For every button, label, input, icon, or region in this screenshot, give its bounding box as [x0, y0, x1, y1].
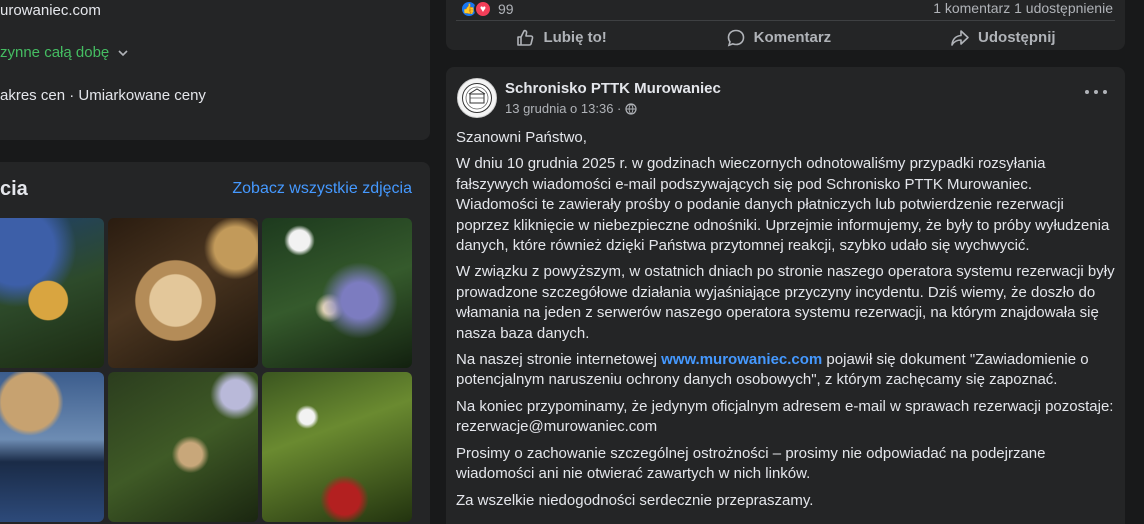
post-text: Szanowni Państwo, W dniu 10 grudnia 2025… — [456, 128, 1116, 517]
paragraph-text: Na naszej stronie internetowej — [456, 351, 662, 369]
post-paragraph: Na naszej stronie internetowej www.murow… — [456, 350, 1116, 391]
page-avatar[interactable] — [457, 78, 497, 118]
post-actions: Lubię to! Komentarz Udostępnij — [456, 20, 1115, 54]
price-range: akres cen · Umiarkowane ceny — [0, 87, 206, 104]
photos-title: cia — [0, 178, 28, 200]
comment-bubble-icon — [727, 29, 744, 46]
dot-icon — [1094, 90, 1098, 94]
comments-count[interactable]: 1 komentarz — [933, 0, 1010, 16]
photo-thumbnail[interactable] — [108, 218, 258, 368]
photo-thumbnail[interactable] — [0, 218, 104, 368]
share-arrow-icon — [951, 29, 969, 46]
shares-count[interactable]: 1 udostępnienie — [1014, 0, 1113, 16]
like-button-label: Lubię to! — [543, 29, 607, 46]
post-paragraph: Prosimy o zachowanie szczególnej ostrożn… — [456, 444, 1046, 483]
globe-icon — [625, 102, 637, 115]
share-button[interactable]: Udostępnij — [950, 28, 1056, 48]
thumbs-up-icon — [517, 29, 534, 46]
shelter-logo-icon — [462, 83, 492, 113]
post-timestamp[interactable]: 13 grudnia o 13:36 · — [505, 101, 637, 116]
photo-thumbnail[interactable] — [262, 218, 412, 368]
previous-post-card: 👍 ♥ 99 1 komentarz 1 udostępnienie Lubię… — [446, 0, 1125, 50]
post-greeting: Szanowni Państwo, — [456, 129, 587, 146]
like-button[interactable]: Lubię to! — [515, 28, 607, 48]
love-reaction-icon: ♥ — [474, 0, 492, 18]
reactions-count: 99 — [498, 1, 514, 17]
photo-thumbnail[interactable] — [108, 372, 258, 522]
more-options-button[interactable] — [1085, 85, 1107, 99]
photo-thumbnail[interactable] — [0, 372, 104, 522]
post-card: Schronisko PTTK Murowaniec 13 grudnia o … — [446, 67, 1125, 524]
dot-icon — [1103, 90, 1107, 94]
comment-button-label: Komentarz — [753, 29, 832, 46]
post-paragraph: W związku z powyższym, w ostatnich dniac… — [456, 263, 1115, 342]
post-author[interactable]: Schronisko PTTK Murowaniec — [505, 80, 721, 97]
dot-icon — [1085, 90, 1089, 94]
post-paragraph: Za wszelkie niedogodności serdecznie prz… — [456, 491, 814, 509]
see-all-photos-link[interactable]: Zobacz wszystkie zdjęcia — [232, 180, 412, 198]
page: urowaniec.com zynne całą dobę akres cen … — [0, 0, 1144, 524]
comment-button[interactable]: Komentarz — [726, 28, 832, 48]
website-link[interactable]: urowaniec.com — [0, 2, 101, 19]
share-button-label: Udostępnij — [978, 29, 1056, 46]
post-paragraph: W dniu 10 grudnia 2025 r. w godzinach wi… — [456, 155, 1110, 255]
photo-thumbnail[interactable] — [262, 372, 412, 522]
intro-card: urowaniec.com zynne całą dobę akres cen … — [0, 0, 430, 140]
post-paragraph: Na koniec przypominamy, że jedynym oficj… — [456, 397, 1114, 436]
opening-hours-label: zynne całą dobę — [0, 44, 110, 61]
post-date-text: 13 grudnia o 13:36 · — [505, 101, 622, 116]
post-stats[interactable]: 1 komentarz 1 udostępnienie — [933, 0, 1113, 16]
photos-card: cia Zobacz wszystkie zdjęcia — [0, 162, 430, 524]
website-inline-link[interactable]: www.murowaniec.com — [661, 351, 822, 368]
chevron-down-icon — [118, 49, 128, 56]
reactions-summary[interactable]: 👍 ♥ 99 — [460, 0, 514, 18]
opening-hours[interactable]: zynne całą dobę — [0, 44, 129, 61]
